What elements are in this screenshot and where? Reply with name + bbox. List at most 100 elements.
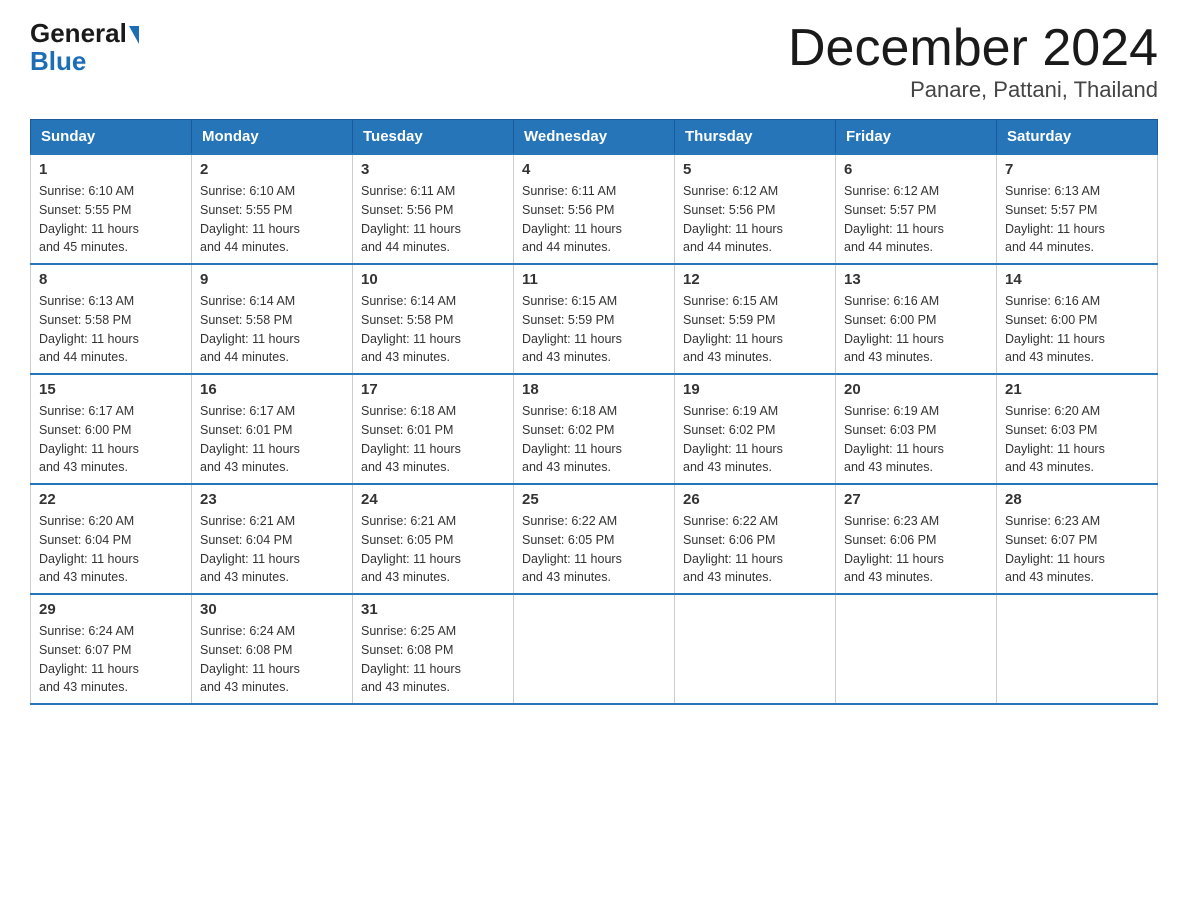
day-info: Sunrise: 6:19 AMSunset: 6:03 PMDaylight:… <box>844 402 988 477</box>
week-row-5: 29Sunrise: 6:24 AMSunset: 6:07 PMDayligh… <box>31 594 1158 704</box>
day-number: 5 <box>683 161 827 178</box>
day-info: Sunrise: 6:12 AMSunset: 5:56 PMDaylight:… <box>683 182 827 257</box>
week-row-1: 1 Sunrise: 6:10 AMSunset: 5:55 PMDaylight… <box>31 154 1158 264</box>
week-row-4: 22 Sunrise: 6:20 AMSunset: 6:04 PMDayligh… <box>31 484 1158 594</box>
day-number: 21 <box>1005 381 1149 398</box>
calendar-cell: 23 Sunrise: 6:21 AMSunset: 6:04 PMDayligh… <box>192 484 353 594</box>
calendar-header-row: SundayMondayTuesdayWednesdayThursdayFrid… <box>31 120 1158 155</box>
day-info: Sunrise: 6:11 AMSunset: 5:56 PMDaylight:… <box>361 182 505 257</box>
day-info: Sunrise: 6:15 AMSunset: 5:59 PMDaylight:… <box>683 292 827 367</box>
day-number: 9 <box>200 271 344 288</box>
calendar-cell: 10 Sunrise: 6:14 AMSunset: 5:58 PMDayligh… <box>353 264 514 374</box>
calendar-cell: 3 Sunrise: 6:11 AMSunset: 5:56 PMDaylight… <box>353 154 514 264</box>
logo-arrow-icon <box>129 26 139 44</box>
day-info: Sunrise: 6:22 AMSunset: 6:06 PMDaylight:… <box>683 512 827 587</box>
title-block: December 2024 Panare, Pattani, Thailand <box>788 20 1158 103</box>
calendar-cell: 22 Sunrise: 6:20 AMSunset: 6:04 PMDayligh… <box>31 484 192 594</box>
header-monday: Monday <box>192 120 353 155</box>
calendar-cell: 11 Sunrise: 6:15 AMSunset: 5:59 PMDayligh… <box>514 264 675 374</box>
day-number: 3 <box>361 161 505 178</box>
day-number: 29 <box>39 601 183 618</box>
logo: General Blue <box>30 20 139 77</box>
day-info: Sunrise: 6:10 AMSunset: 5:55 PMDaylight:… <box>200 182 344 257</box>
calendar-cell: 13 Sunrise: 6:16 AMSunset: 6:00 PMDayligh… <box>836 264 997 374</box>
day-info: Sunrise: 6:22 AMSunset: 6:05 PMDaylight:… <box>522 512 666 587</box>
day-number: 13 <box>844 271 988 288</box>
calendar-cell: 25Sunrise: 6:22 AMSunset: 6:05 PMDayligh… <box>514 484 675 594</box>
day-number: 23 <box>200 491 344 508</box>
calendar-cell: 17 Sunrise: 6:18 AMSunset: 6:01 PMDayligh… <box>353 374 514 484</box>
day-info: Sunrise: 6:15 AMSunset: 5:59 PMDaylight:… <box>522 292 666 367</box>
calendar-cell: 16Sunrise: 6:17 AMSunset: 6:01 PMDayligh… <box>192 374 353 484</box>
calendar-cell <box>514 594 675 704</box>
header-saturday: Saturday <box>997 120 1158 155</box>
day-info: Sunrise: 6:13 AMSunset: 5:58 PMDaylight:… <box>39 292 183 367</box>
calendar-cell: 14Sunrise: 6:16 AMSunset: 6:00 PMDayligh… <box>997 264 1158 374</box>
day-info: Sunrise: 6:12 AMSunset: 5:57 PMDaylight:… <box>844 182 988 257</box>
calendar-cell: 12 Sunrise: 6:15 AMSunset: 5:59 PMDayligh… <box>675 264 836 374</box>
calendar-cell: 24Sunrise: 6:21 AMSunset: 6:05 PMDayligh… <box>353 484 514 594</box>
calendar-cell <box>836 594 997 704</box>
day-info: Sunrise: 6:17 AMSunset: 6:00 PMDaylight:… <box>39 402 183 477</box>
logo-general-text: General <box>30 20 127 46</box>
month-title: December 2024 <box>788 20 1158 77</box>
calendar-cell: 20Sunrise: 6:19 AMSunset: 6:03 PMDayligh… <box>836 374 997 484</box>
day-info: Sunrise: 6:24 AMSunset: 6:08 PMDaylight:… <box>200 622 344 697</box>
day-info: Sunrise: 6:21 AMSunset: 6:05 PMDaylight:… <box>361 512 505 587</box>
day-number: 19 <box>683 381 827 398</box>
calendar-cell: 1Sunrise: 6:10 AMSunset: 5:55 PMDaylight… <box>31 154 192 264</box>
day-info: Sunrise: 6:20 AMSunset: 6:04 PMDaylight:… <box>39 512 183 587</box>
header-tuesday: Tuesday <box>353 120 514 155</box>
day-number: 8 <box>39 271 183 288</box>
header-sunday: Sunday <box>31 120 192 155</box>
day-number: 11 <box>522 271 666 288</box>
day-info: Sunrise: 6:14 AMSunset: 5:58 PMDaylight:… <box>361 292 505 367</box>
day-number: 30 <box>200 601 344 618</box>
day-number: 4 <box>522 161 666 178</box>
day-info: Sunrise: 6:16 AMSunset: 6:00 PMDaylight:… <box>844 292 988 367</box>
day-number: 27 <box>844 491 988 508</box>
header-wednesday: Wednesday <box>514 120 675 155</box>
calendar-table: SundayMondayTuesdayWednesdayThursdayFrid… <box>30 119 1158 705</box>
day-number: 6 <box>844 161 988 178</box>
day-info: Sunrise: 6:21 AMSunset: 6:04 PMDaylight:… <box>200 512 344 587</box>
week-row-3: 15Sunrise: 6:17 AMSunset: 6:00 PMDayligh… <box>31 374 1158 484</box>
day-info: Sunrise: 6:23 AMSunset: 6:06 PMDaylight:… <box>844 512 988 587</box>
calendar-cell: 18Sunrise: 6:18 AMSunset: 6:02 PMDayligh… <box>514 374 675 484</box>
day-number: 31 <box>361 601 505 618</box>
day-number: 1 <box>39 161 183 178</box>
day-info: Sunrise: 6:25 AMSunset: 6:08 PMDaylight:… <box>361 622 505 697</box>
calendar-cell: 30 Sunrise: 6:24 AMSunset: 6:08 PMDayligh… <box>192 594 353 704</box>
calendar-cell: 8 Sunrise: 6:13 AMSunset: 5:58 PMDaylight… <box>31 264 192 374</box>
day-info: Sunrise: 6:18 AMSunset: 6:01 PMDaylight:… <box>361 402 505 477</box>
calendar-cell: 21 Sunrise: 6:20 AMSunset: 6:03 PMDayligh… <box>997 374 1158 484</box>
calendar-cell: 15Sunrise: 6:17 AMSunset: 6:00 PMDayligh… <box>31 374 192 484</box>
page-header: General Blue December 2024 Panare, Patta… <box>30 20 1158 103</box>
day-number: 28 <box>1005 491 1149 508</box>
calendar-cell: 26Sunrise: 6:22 AMSunset: 6:06 PMDayligh… <box>675 484 836 594</box>
header-thursday: Thursday <box>675 120 836 155</box>
day-number: 10 <box>361 271 505 288</box>
calendar-cell: 7Sunrise: 6:13 AMSunset: 5:57 PMDaylight… <box>997 154 1158 264</box>
calendar-cell <box>675 594 836 704</box>
day-number: 22 <box>39 491 183 508</box>
calendar-cell: 4 Sunrise: 6:11 AMSunset: 5:56 PMDaylight… <box>514 154 675 264</box>
day-info: Sunrise: 6:16 AMSunset: 6:00 PMDaylight:… <box>1005 292 1149 367</box>
day-number: 17 <box>361 381 505 398</box>
day-number: 12 <box>683 271 827 288</box>
day-info: Sunrise: 6:18 AMSunset: 6:02 PMDaylight:… <box>522 402 666 477</box>
location-subtitle: Panare, Pattani, Thailand <box>788 77 1158 103</box>
calendar-cell: 31 Sunrise: 6:25 AMSunset: 6:08 PMDayligh… <box>353 594 514 704</box>
day-info: Sunrise: 6:17 AMSunset: 6:01 PMDaylight:… <box>200 402 344 477</box>
calendar-cell: 27 Sunrise: 6:23 AMSunset: 6:06 PMDayligh… <box>836 484 997 594</box>
day-info: Sunrise: 6:20 AMSunset: 6:03 PMDaylight:… <box>1005 402 1149 477</box>
day-info: Sunrise: 6:11 AMSunset: 5:56 PMDaylight:… <box>522 182 666 257</box>
calendar-cell: 6 Sunrise: 6:12 AMSunset: 5:57 PMDaylight… <box>836 154 997 264</box>
calendar-cell: 5 Sunrise: 6:12 AMSunset: 5:56 PMDaylight… <box>675 154 836 264</box>
day-number: 2 <box>200 161 344 178</box>
calendar-cell: 19Sunrise: 6:19 AMSunset: 6:02 PMDayligh… <box>675 374 836 484</box>
calendar-cell: 29Sunrise: 6:24 AMSunset: 6:07 PMDayligh… <box>31 594 192 704</box>
day-info: Sunrise: 6:23 AMSunset: 6:07 PMDaylight:… <box>1005 512 1149 587</box>
day-number: 7 <box>1005 161 1149 178</box>
day-info: Sunrise: 6:14 AMSunset: 5:58 PMDaylight:… <box>200 292 344 367</box>
